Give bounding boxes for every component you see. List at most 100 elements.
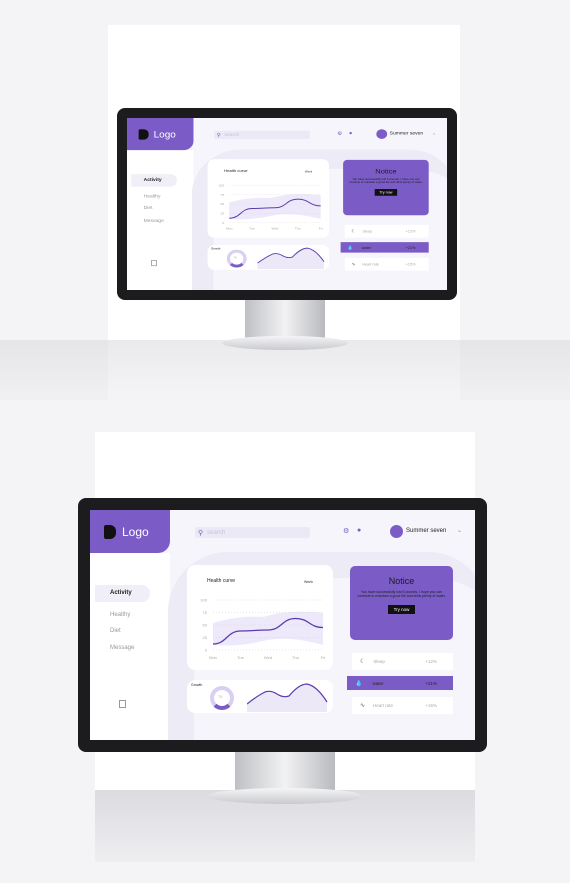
health-curve-title: Health curve [224,168,248,174]
sidebar-item-activity[interactable]: Activity [131,174,177,187]
stat-label: Sleep [362,229,373,234]
y-tick-label: 0 [205,648,208,653]
sidebar-item-healthy[interactable]: Healthy [110,612,130,618]
notice-title: Notice [375,167,397,175]
avatar[interactable] [376,129,388,139]
growth-title: Growth [191,683,203,687]
bottom-monitor-base [208,788,362,804]
dashboard: Logo ⚲ search ⚙ ● Summer seven ⌄ Activity… [90,510,475,740]
search-input[interactable]: ⚲ search [214,130,310,139]
stat-heart-rate[interactable]: ∿ Heart rate +15% [352,697,453,714]
stat-value: +15% [405,262,416,267]
bottom-monitor-screen: Logo ⚲ search ⚙ ● Summer seven ⌄ Activity… [90,510,475,740]
y-tick-label: 50 [221,202,225,206]
pulse-icon: ∿ [351,262,356,267]
logo-text: Logo [122,524,149,539]
stat-value: +15% [425,703,437,708]
logo[interactable]: Logo [127,118,194,151]
dashboard: Logo ⚲ search ⚙ ● Summer seven ⌄ Activity… [127,118,447,290]
try-now-button[interactable]: Try now [387,605,416,614]
settings-icon[interactable]: ⚙ [343,527,349,535]
x-tick-label: Mon [209,655,217,660]
drop-icon: 💧 [347,245,354,250]
try-now-button[interactable]: Try now [374,189,398,196]
search-placeholder: search [224,132,240,138]
logo-icon [104,524,116,539]
stat-label: Heart rate [373,703,394,708]
sidebar-item-diet[interactable]: Diet [110,628,121,634]
user-name[interactable]: Summer seven [406,528,446,534]
top-monitor-screen: Logo ⚲ search ⚙ ● Summer seven ⌄ Activity… [127,118,447,290]
avatar[interactable] [390,525,403,538]
growth-wave [257,247,325,270]
logout-icon[interactable] [119,700,126,708]
x-tick-label: Tue [237,655,245,660]
moon-icon: ☾ [360,659,366,665]
stat-heart-rate[interactable]: ∿ Heart rate +15% [344,257,429,271]
search-icon: ⚲ [198,529,204,537]
sidebar-item-message[interactable]: Message [110,645,134,651]
bell-icon[interactable]: ● [357,527,361,534]
stat-value: +21% [425,680,437,686]
logout-icon[interactable] [151,260,157,267]
x-tick-label: Fri [319,227,323,231]
growth-value: 78 [233,255,238,260]
period-select[interactable]: Week [305,170,312,173]
stat-label: Heart rate [362,262,379,267]
stat-label: Sleep [373,659,385,664]
x-tick-label: Mon [226,227,233,231]
logo-icon [138,128,149,140]
top-monitor-base [222,336,348,350]
stat-label: water [372,680,384,686]
sidebar-item-healthy[interactable]: Healthy [144,194,161,198]
notice-text: You have successfully lost 6 pounds. I h… [349,177,423,184]
chevron-down-icon[interactable]: ⌄ [457,527,462,534]
sidebar-item-activity[interactable]: Activity [95,585,150,602]
y-tick-label: 75 [221,193,225,197]
y-tick-label: 25 [203,635,208,640]
x-tick-label: Thu [292,655,299,660]
settings-icon[interactable]: ⚙ [337,131,342,136]
notice-title: Notice [388,576,415,586]
stat-sleep[interactable]: ☾ Sleep +12% [344,224,429,238]
x-tick-label: Wed [272,227,279,231]
notice-card: Notice You have successfully lost 6 poun… [343,159,429,216]
health-chart: 100 75 50 25 0Mon Tue Wed Thu Fri [219,184,323,231]
bell-icon[interactable]: ● [349,131,353,136]
x-tick-label: Thu [295,227,301,231]
chevron-down-icon[interactable]: ⌄ [432,131,436,135]
notice-card: Notice You have successfully lost 6 poun… [350,566,453,640]
health-chart: 100 75 50 25 0Mon Tue Wed Thu Fri [200,598,325,661]
growth-value: 78 [218,694,223,699]
x-tick-label: Tue [249,227,255,231]
search-placeholder: search [207,529,226,536]
logo-text: Logo [153,128,176,140]
stat-value: +12% [405,229,416,234]
growth-wave [247,683,328,712]
y-tick-label: 100 [200,598,207,603]
health-curve-title: Health curve [207,578,236,584]
stat-water[interactable]: 💧 water +21% [340,242,429,253]
chart-band [213,611,323,646]
chart-band [229,194,321,220]
search-input[interactable]: ⚲ search [195,527,310,538]
stat-water[interactable]: 💧 water +21% [347,676,453,690]
user-name[interactable]: Summer seven [390,131,424,135]
stat-sleep[interactable]: ☾ Sleep +12% [352,653,453,670]
sidebar-item-diet[interactable]: Diet [144,206,153,210]
drop-icon: 💧 [355,680,363,687]
y-tick-label: 100 [219,184,225,188]
growth-title: Growth [210,247,221,251]
notice-text: You have successfully lost 6 pounds. I h… [357,590,446,598]
y-tick-label: 0 [222,221,224,225]
logo[interactable]: Logo [90,510,170,553]
y-tick-label: 50 [203,623,208,628]
search-icon: ⚲ [216,132,222,138]
period-select[interactable]: Week [304,580,313,584]
x-tick-label: Wed [264,655,272,660]
y-tick-label: 25 [221,212,225,216]
sidebar-item-message[interactable]: Message [144,219,164,223]
y-tick-label: 75 [203,610,208,615]
moon-icon: ☾ [351,229,356,234]
pulse-icon: ∿ [360,703,366,709]
